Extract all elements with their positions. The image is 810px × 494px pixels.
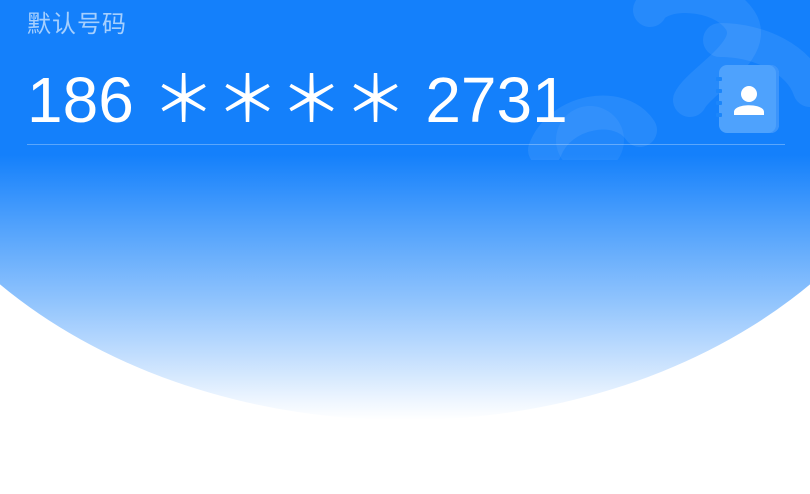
phone-number: 186 ＊＊＊＊ 2731 bbox=[27, 64, 568, 136]
hero-background bbox=[0, 0, 810, 420]
default-number-card: 默认号码 186 ＊＊＊＊ 2731 bbox=[0, 0, 810, 494]
contact-book-button[interactable] bbox=[716, 65, 779, 133]
divider bbox=[27, 144, 785, 145]
default-number-label: 默认号码 bbox=[27, 10, 127, 38]
contact-book-icon bbox=[734, 86, 764, 115]
